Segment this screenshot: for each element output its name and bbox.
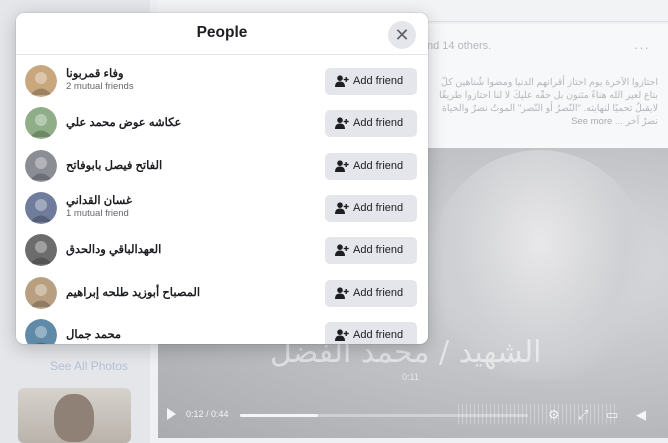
mutual-friends-count[interactable]: 1 mutual friend: [66, 208, 129, 219]
person-row: غسان القداني 1 mutual friend Add friend: [16, 187, 428, 229]
add-friend-icon: [335, 159, 349, 172]
avatar[interactable]: [25, 191, 57, 224]
more-options-icon[interactable]: ···: [634, 40, 650, 55]
video-subtitle: 0:11: [402, 372, 419, 382]
add-friend-icon: [335, 329, 349, 341]
settings-gear-icon[interactable]: ⚙: [548, 407, 560, 423]
close-icon[interactable]: ✕: [388, 21, 416, 49]
avatar[interactable]: [25, 149, 57, 182]
volume-icon[interactable]: ◀: [636, 407, 646, 423]
thumbnail-person-image: [54, 394, 94, 442]
add-friend-label: Add friend: [353, 75, 404, 87]
person-row: الفاتح فيصل بابوفاتح Add friend: [16, 145, 428, 187]
add-friend-button[interactable]: Add friend: [325, 194, 417, 222]
avatar[interactable]: [25, 107, 57, 140]
add-friend-label: Add friend: [353, 117, 404, 130]
add-friend-label: Add friend: [353, 286, 404, 299]
video-time: 0:12 / 0:44: [186, 409, 229, 419]
add-friend-label: Add friend: [353, 328, 404, 341]
dialog-title: People: [196, 24, 248, 41]
people-list: وفاء قمربونا 2 mutual friends Add friend عك…: [16, 56, 428, 344]
avatar[interactable]: [25, 318, 57, 344]
person-name[interactable]: محمد جمال: [66, 327, 121, 341]
fullscreen-expand-icon[interactable]: ⤢: [578, 407, 588, 423]
likes-summary[interactable]: nd 14 others.: [427, 40, 491, 52]
add-friend-button[interactable]: Add friend: [325, 152, 417, 180]
add-friend-button[interactable]: Add friend: [325, 68, 417, 95]
person-row: وفاء قمربونا 2 mutual friends Add friend: [16, 60, 428, 102]
person-row: العهدالباقي ودالحدق Add friend: [16, 229, 428, 271]
add-friend-button[interactable]: Add friend: [325, 110, 417, 138]
photo-thumbnail[interactable]: [18, 388, 131, 443]
person-row: عكاشه عوض محمد علي Add friend: [16, 102, 428, 144]
dialog-header: People ✕: [16, 13, 428, 55]
add-friend-button[interactable]: Add friend: [325, 279, 417, 307]
person-name[interactable]: غسان القداني: [66, 193, 132, 207]
see-more-link[interactable]: See more: [571, 116, 612, 127]
caption-text: احتازوا الآخرة يوم احتاز أقرانهم الدنيا …: [438, 77, 658, 127]
video-controls: 0:12 / 0:44 ⚙ ⤢ ▭ ◀: [158, 404, 668, 430]
post-caption: احتازوا الآخرة يوم احتاز أقرانهم الدنيا …: [428, 76, 658, 128]
add-friend-icon: [335, 75, 349, 87]
add-friend-icon: [335, 202, 349, 214]
audio-waveform: [458, 404, 618, 424]
add-friend-button[interactable]: Add friend: [325, 321, 417, 344]
person-name[interactable]: عكاشه عوض محمد علي: [66, 115, 181, 129]
video-progress-fill: [240, 414, 318, 417]
add-friend-icon: [335, 244, 349, 257]
add-friend-label: Add friend: [353, 244, 404, 257]
avatar[interactable]: [25, 276, 57, 309]
add-friend-label: Add friend: [353, 201, 404, 214]
see-all-photos-link[interactable]: See All Photos: [50, 359, 128, 373]
play-icon[interactable]: [167, 408, 176, 420]
person-row: محمد جمال Add friend: [16, 314, 428, 344]
person-row: المصباح أبوزيد طلحه إبراهيم Add friend: [16, 272, 428, 314]
avatar[interactable]: [25, 234, 57, 267]
add-friend-button[interactable]: Add friend: [325, 237, 417, 265]
people-dialog: People ✕ وفاء قمربونا 2 mutual friends Add…: [16, 13, 428, 344]
person-name[interactable]: المصباح أبوزيد طلحه إبراهيم: [66, 285, 200, 299]
mutual-friends-count[interactable]: 2 mutual friends: [66, 81, 134, 92]
add-friend-icon: [335, 117, 349, 130]
add-friend-label: Add friend: [353, 159, 404, 172]
add-friend-icon: [335, 286, 349, 299]
person-name[interactable]: وفاء قمربونا: [66, 66, 124, 80]
avatar[interactable]: [25, 65, 57, 97]
picture-in-picture-icon[interactable]: ▭: [606, 407, 618, 423]
person-name[interactable]: العهدالباقي ودالحدق: [66, 242, 161, 256]
person-name[interactable]: الفاتح فيصل بابوفاتح: [66, 158, 162, 172]
